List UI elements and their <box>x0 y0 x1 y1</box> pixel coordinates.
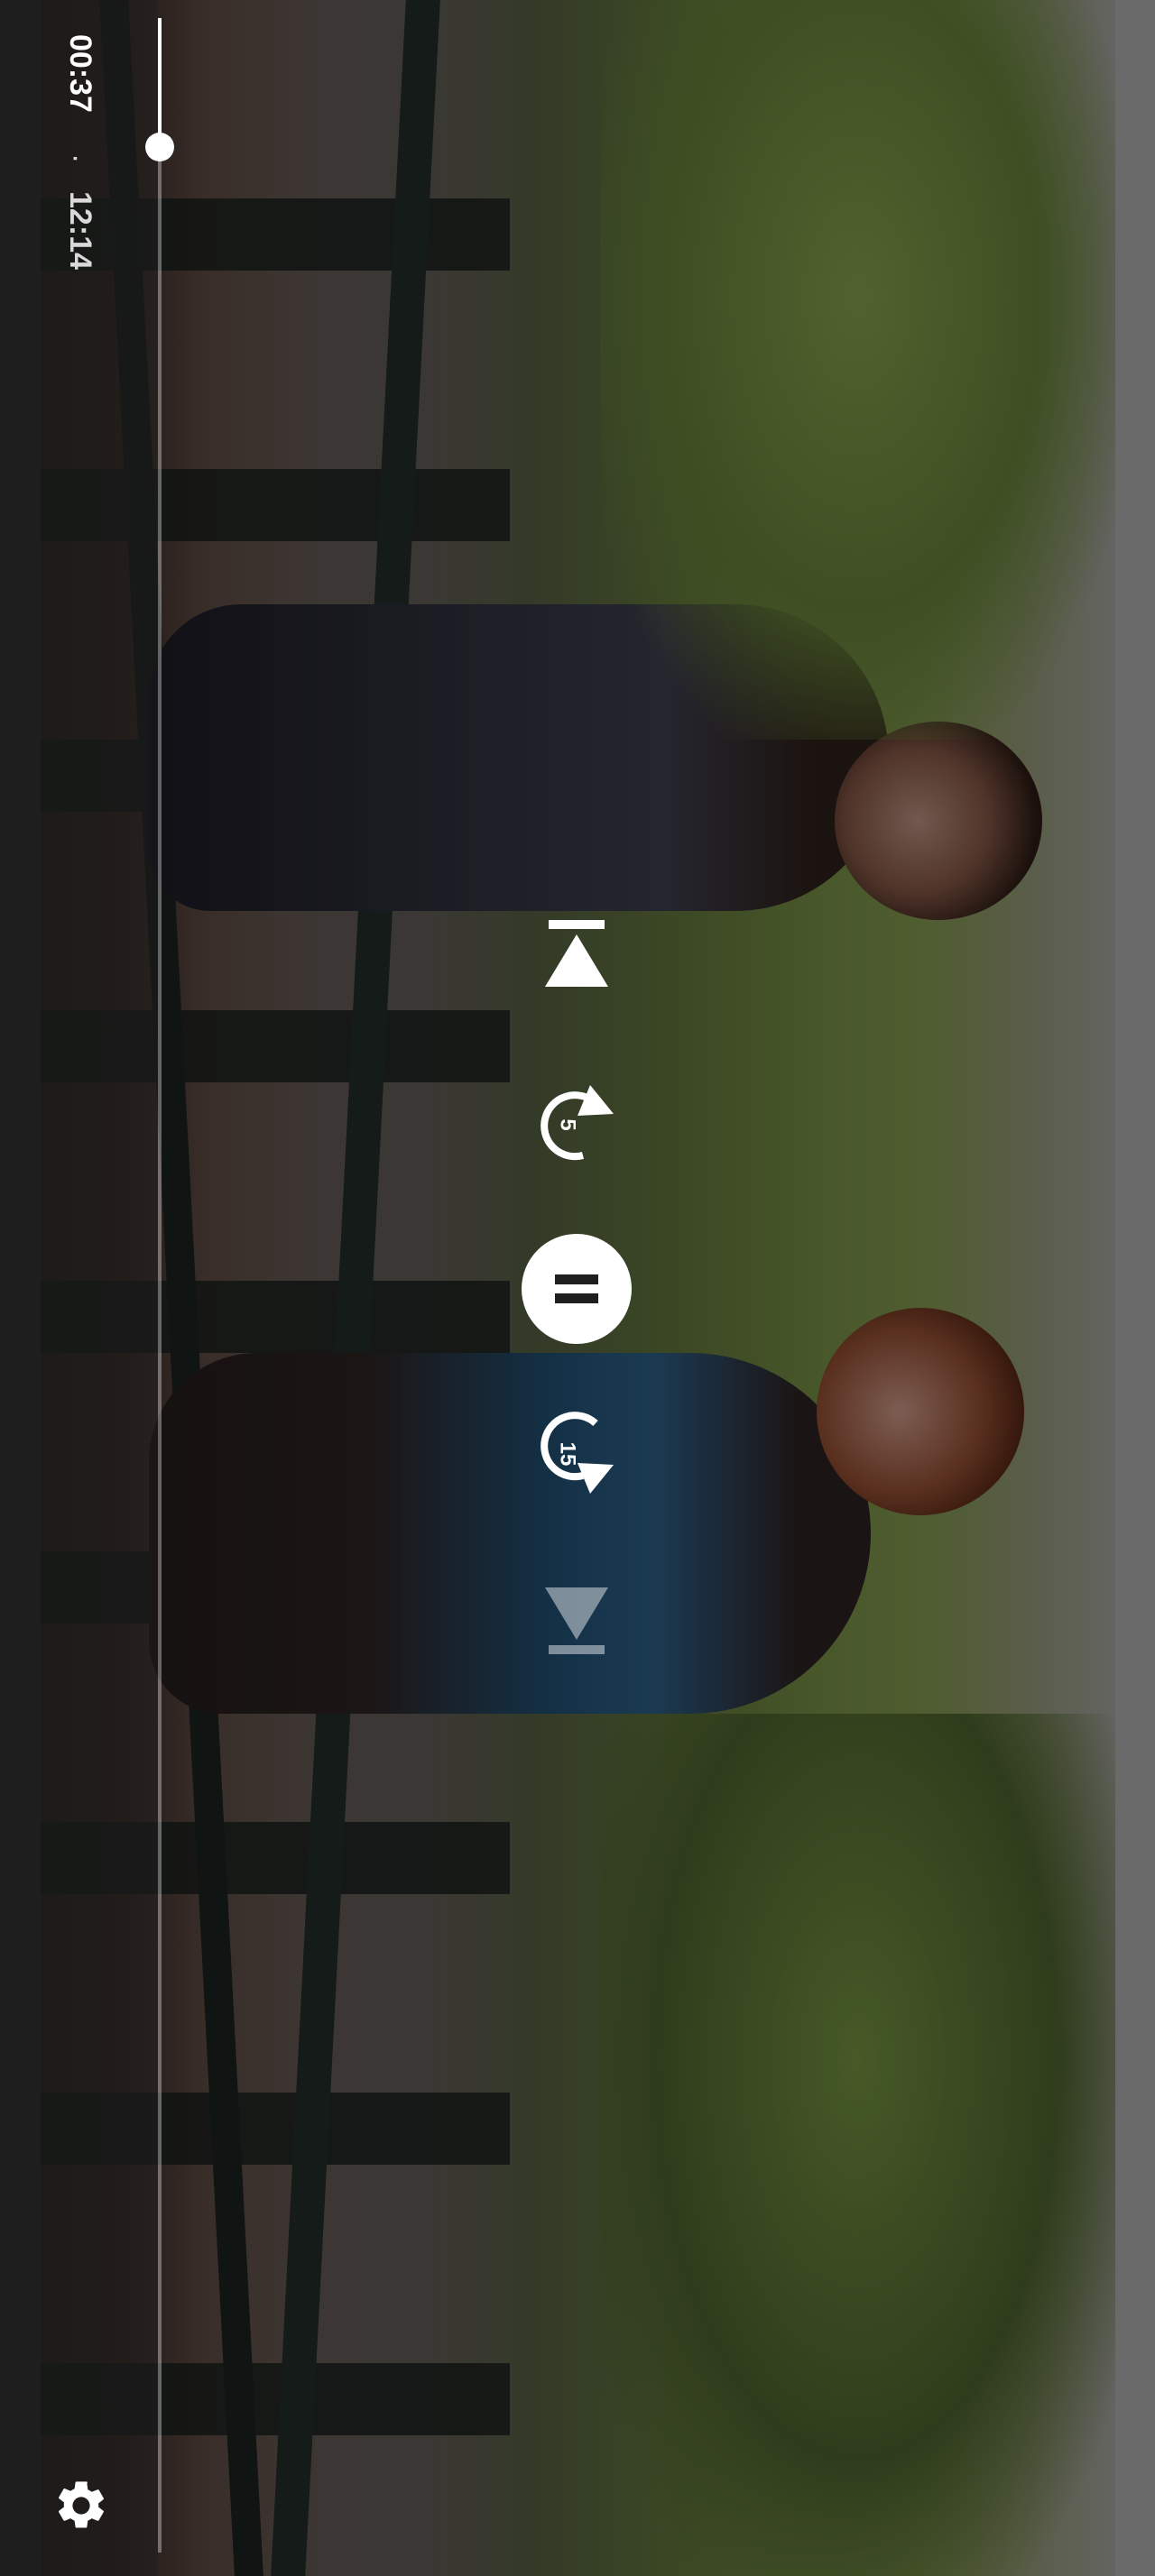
skip-next-button[interactable] <box>536 1580 617 1661</box>
forward-15-icon: 15 <box>541 1412 614 1494</box>
gear-icon <box>59 2481 104 2528</box>
left-system-bar <box>0 0 41 2576</box>
seek-bar-progress <box>158 18 162 146</box>
forward-button[interactable]: 15 <box>532 1411 623 1501</box>
seek-bar-track[interactable] <box>158 18 162 2553</box>
pause-icon <box>555 1274 598 1303</box>
right-system-bar <box>1115 0 1155 2576</box>
video-player-screen: 00:37 · 12:14 5 15 <box>0 0 1155 2576</box>
total-time: 12:14 <box>63 191 97 270</box>
skip-previous-button[interactable] <box>536 913 617 994</box>
forward-seconds: 15 <box>556 1442 580 1467</box>
rewind-seconds: 5 <box>556 1118 580 1130</box>
skip-next-icon <box>545 1587 608 1654</box>
time-separator: · <box>60 153 94 164</box>
pause-button[interactable] <box>522 1234 632 1344</box>
current-time: 00:37 <box>63 34 97 113</box>
rewind-5-icon: 5 <box>541 1085 614 1161</box>
progress-panel <box>41 0 158 2576</box>
seek-bar-thumb[interactable] <box>145 133 174 161</box>
settings-button[interactable] <box>47 2471 116 2540</box>
skip-previous-icon <box>545 920 608 987</box>
rewind-button[interactable]: 5 <box>532 1078 623 1168</box>
